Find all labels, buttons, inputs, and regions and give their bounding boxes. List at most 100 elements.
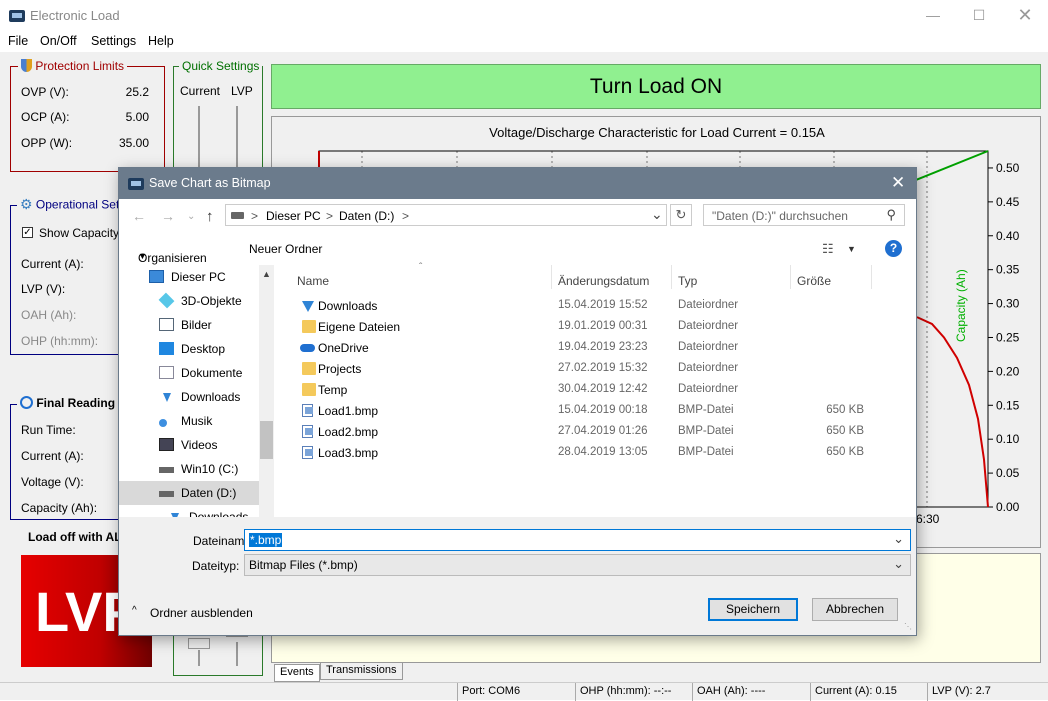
tree-item-label: Desktop bbox=[181, 342, 226, 356]
file-row[interactable]: OneDrive 19.04.2019 23:23 Dateiordner bbox=[294, 337, 894, 358]
y2-tick-label: 0.30 bbox=[996, 297, 1020, 311]
tree-item-downloads[interactable]: Downloads bbox=[119, 385, 259, 409]
up-arrow-icon[interactable]: ↑ bbox=[206, 208, 214, 225]
show-capacity-checkbox[interactable]: ✓ bbox=[22, 227, 33, 238]
breadcrumb-sep-3: > bbox=[402, 209, 410, 223]
status-oah: OAH (Ah): ---- bbox=[697, 685, 766, 697]
breadcrumb-dieser-pc[interactable]: Dieser PC bbox=[266, 209, 321, 223]
folder-icon bbox=[302, 320, 316, 333]
search-box[interactable]: "Daten (D:)" durchsuchen ⚲ bbox=[703, 204, 905, 226]
cancel-button[interactable]: Abbrechen bbox=[812, 598, 898, 621]
drive-icon bbox=[231, 212, 244, 219]
current-slider-thumb[interactable] bbox=[188, 638, 210, 649]
dialog-close-button[interactable]: ✕ bbox=[891, 173, 905, 193]
lvp-slider-track-low bbox=[236, 642, 238, 666]
file-row[interactable]: Load1.bmp 15.04.2019 00:18 BMP-Datei 650 KB bbox=[294, 400, 894, 421]
save-dialog: Save Chart as Bitmap ✕ ← → ⌄ ↑ > Dieser … bbox=[118, 167, 917, 636]
drive-icon bbox=[159, 491, 174, 497]
menu-onoff[interactable]: On/Off bbox=[40, 34, 77, 48]
menu-file[interactable]: File bbox=[8, 34, 28, 48]
tree-item-musik[interactable]: Musik bbox=[119, 409, 259, 433]
file-row[interactable]: Downloads 15.04.2019 15:52 Dateiordner bbox=[294, 295, 894, 316]
ocp-value: 5.00 bbox=[125, 110, 149, 124]
file-row[interactable]: Projects 27.02.2019 15:32 Dateiordner bbox=[294, 358, 894, 379]
file-row[interactable]: Eigene Dateien 19.01.2019 00:31 Dateiordne… bbox=[294, 316, 894, 337]
tree-item-downloads[interactable]: Downloads bbox=[119, 505, 259, 517]
title-bar: Electronic Load — ☐ ✕ bbox=[0, 0, 1048, 31]
dialog-bottom-area: Dateiname: *.bmp ⌄ Dateityp: Bitmap File… bbox=[119, 517, 916, 635]
filename-input[interactable]: *.bmp ⌄ bbox=[244, 529, 911, 551]
current-slider-track[interactable] bbox=[198, 106, 200, 176]
help-icon[interactable]: ? bbox=[885, 240, 902, 257]
maximize-button[interactable]: ☐ bbox=[956, 0, 1002, 31]
organize-label: Organisieren bbox=[138, 251, 207, 265]
col-type[interactable]: Typ bbox=[678, 274, 697, 288]
app-icon bbox=[9, 10, 25, 22]
menu-bar: File On/Off Settings Help bbox=[0, 31, 1048, 52]
scroll-thumb[interactable] bbox=[260, 421, 273, 459]
tree-item-dieser-pc[interactable]: Dieser PC bbox=[119, 265, 259, 289]
video-icon bbox=[159, 438, 174, 451]
address-dropdown-icon[interactable]: ⌄ bbox=[651, 206, 663, 223]
hide-folders-toggle[interactable]: Ordner ausblenden bbox=[150, 606, 253, 620]
dialog-app-icon bbox=[128, 178, 144, 190]
turn-load-on-button[interactable]: Turn Load ON bbox=[271, 64, 1041, 109]
view-dropdown-icon[interactable]: ▼ bbox=[847, 244, 856, 254]
tree-item-label: 3D-Objekte bbox=[181, 294, 242, 308]
refresh-icon[interactable]: ↻ bbox=[670, 204, 692, 226]
back-arrow-icon[interactable]: ← bbox=[132, 208, 146, 224]
file-row[interactable]: Temp 30.04.2019 12:42 Dateiordner bbox=[294, 379, 894, 400]
y2-tick-label: 0.05 bbox=[996, 466, 1020, 480]
menu-settings[interactable]: Settings bbox=[91, 34, 136, 48]
tree-item-3d-objekte[interactable]: 3D-Objekte bbox=[119, 289, 259, 313]
ovp-value: 25.2 bbox=[125, 85, 149, 99]
shield-icon bbox=[21, 59, 32, 73]
lvp-slider-track[interactable] bbox=[236, 106, 238, 176]
save-button[interactable]: Speichern bbox=[708, 598, 798, 621]
tree-item-win10-c-[interactable]: Win10 (C:) bbox=[119, 457, 259, 481]
col-size[interactable]: Größe bbox=[797, 274, 831, 288]
tree-item-daten-d-[interactable]: Daten (D:) bbox=[119, 481, 259, 505]
scroll-up-icon[interactable]: ▲ bbox=[262, 269, 271, 279]
filename-dropdown-icon[interactable]: ⌄ bbox=[893, 531, 904, 547]
operational-title: Operational Set bbox=[35, 197, 120, 212]
tab-transmissions[interactable]: Transmissions bbox=[320, 662, 403, 680]
filetype-value: Bitmap Files (*.bmp) bbox=[249, 558, 358, 572]
tree-item-bilder[interactable]: Bilder bbox=[119, 313, 259, 337]
filetype-select[interactable]: Bitmap Files (*.bmp) ⌄ bbox=[244, 554, 911, 576]
col-name[interactable]: Name bbox=[297, 274, 329, 288]
filetype-dropdown-icon[interactable]: ⌄ bbox=[893, 556, 904, 572]
tree-item-videos[interactable]: Videos bbox=[119, 433, 259, 457]
close-button[interactable]: ✕ bbox=[1002, 0, 1048, 31]
tree-item-dokumente[interactable]: Dokumente bbox=[119, 361, 259, 385]
file-name: Load3.bmp bbox=[318, 446, 379, 460]
tab-events[interactable]: Events bbox=[274, 664, 320, 682]
forward-arrow-icon[interactable]: → bbox=[161, 208, 175, 224]
final-capacity-label: Capacity (Ah): bbox=[21, 501, 98, 515]
file-type: Dateiordner bbox=[678, 362, 739, 374]
new-folder-button[interactable]: Neuer Ordner bbox=[249, 242, 322, 256]
file-row[interactable]: Load2.bmp 27.04.2019 01:26 BMP-Datei 650 KB bbox=[294, 421, 894, 442]
breadcrumb-daten[interactable]: Daten (D:) bbox=[339, 209, 394, 223]
minimize-button[interactable]: — bbox=[910, 0, 956, 31]
file-name: Load1.bmp bbox=[318, 404, 379, 418]
tree-item-label: Downloads bbox=[181, 390, 241, 404]
col-date[interactable]: Änderungsdatum bbox=[558, 274, 649, 288]
download-icon bbox=[302, 301, 314, 312]
address-bar[interactable]: > Dieser PC > Daten (D:) > ⌄ bbox=[225, 204, 667, 226]
final-voltage-label: Voltage (V): bbox=[21, 475, 84, 489]
tree-scrollbar[interactable]: ▲ bbox=[259, 265, 274, 517]
menu-help[interactable]: Help bbox=[148, 34, 174, 48]
organize-dropdown-icon: ▼ bbox=[138, 251, 147, 261]
tree-item-desktop[interactable]: Desktop bbox=[119, 337, 259, 361]
file-row[interactable]: Load3.bmp 28.04.2019 13:05 BMP-Datei 650 KB bbox=[294, 442, 894, 463]
pictures-icon bbox=[159, 318, 174, 331]
view-options-icon[interactable]: ☷ bbox=[822, 241, 834, 257]
op-ohp-label: OHP (hh:mm): bbox=[21, 334, 99, 348]
recent-chevron-icon[interactable]: ⌄ bbox=[187, 211, 195, 222]
op-oah-label: OAH (Ah): bbox=[21, 308, 77, 322]
resize-grip[interactable]: ⋱ bbox=[904, 622, 912, 631]
file-date: 15.04.2019 15:52 bbox=[558, 299, 648, 311]
collapse-chevron-icon[interactable]: ^ bbox=[132, 605, 137, 616]
protection-limits-title: Protection Limits bbox=[35, 58, 125, 73]
